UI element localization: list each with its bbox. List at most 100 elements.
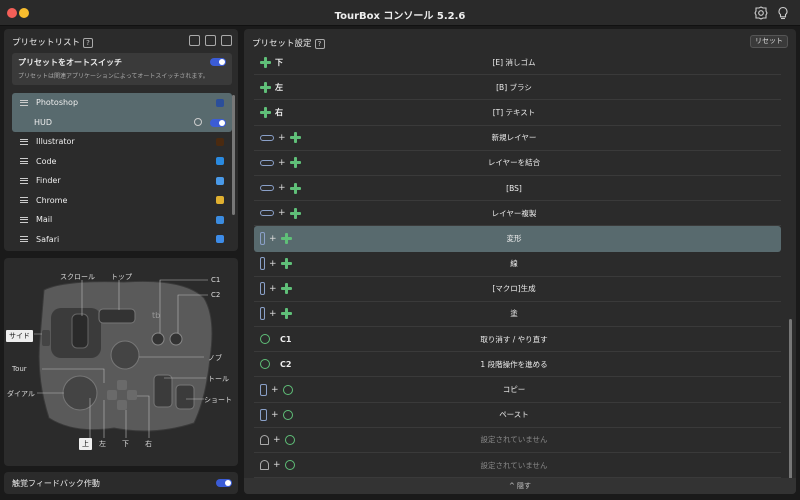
dpad-icon (260, 106, 271, 118)
tourbox-device-illustration: tb (34, 279, 213, 438)
mapping-row[interactable]: 左 [B] ブラシ (254, 75, 781, 101)
mapping-row[interactable]: + コピー (254, 377, 781, 403)
c2-label[interactable]: C2 (211, 291, 220, 299)
plus-icon: + (269, 258, 277, 269)
app-item-mail[interactable]: Mail (12, 210, 232, 230)
dial-label[interactable]: ダイアル (7, 389, 35, 399)
haptic-feedback-toggle[interactable] (216, 479, 232, 487)
action-label: 1 段階操作を進める (480, 359, 548, 369)
plus-icon: + (269, 308, 277, 319)
tour-label[interactable]: Tour (12, 365, 27, 373)
left-label[interactable]: 左 (99, 439, 106, 449)
app-item-hud[interactable]: HUD (12, 112, 232, 132)
export-icon[interactable] (189, 35, 200, 46)
mapping-row[interactable]: + レイヤー複製 (254, 201, 781, 227)
c-button-icon (260, 359, 270, 370)
key-label: 下 (275, 57, 283, 67)
short-label[interactable]: ショート (204, 395, 232, 405)
c-button-icon (260, 334, 270, 345)
mapping-list-scrollbar[interactable] (789, 319, 792, 479)
app-item-illustrator[interactable]: Illustrator (12, 132, 232, 152)
gear-icon[interactable] (194, 118, 202, 127)
drag-handle-icon[interactable] (20, 158, 28, 165)
mapping-row[interactable]: 右 [T] テキスト (254, 100, 781, 126)
reset-button[interactable]: リセット (750, 35, 788, 48)
drag-handle-icon[interactable] (20, 177, 28, 184)
mapping-row[interactable]: + [マクロ]生成 (254, 277, 781, 302)
mapping-row[interactable]: C2 1 段階操作を進める (254, 352, 781, 378)
haptic-feedback-row: 触覚フィードバック作動 (4, 472, 238, 494)
help-icon[interactable]: ? (314, 39, 325, 49)
dpad-icon (289, 157, 301, 169)
auto-switch-toggle[interactable] (210, 58, 226, 66)
app-item-chrome[interactable]: Chrome (12, 191, 232, 211)
preset-settings-header: プリセット設定? (252, 37, 325, 49)
collapse-button[interactable]: ^ 隠す (244, 478, 796, 494)
app-item-safari[interactable]: Safari (12, 230, 232, 250)
top-label[interactable]: トップ (111, 272, 132, 282)
device-diagram-panel: tb スクロール トップ C1 C2 サイド ノブ Tour トール ダイアル … (4, 258, 238, 466)
mapping-row[interactable]: + 塗 (254, 302, 781, 328)
mapping-row[interactable]: + 設定されていません (254, 428, 781, 453)
action-label: 設定されていません (480, 435, 548, 445)
app-item-label: Mail (36, 215, 53, 225)
scroll-label[interactable]: スクロール (60, 272, 95, 282)
action-label: 塗 (510, 309, 518, 319)
long-button-icon (260, 134, 274, 141)
right-label[interactable]: 右 (145, 439, 152, 449)
auto-switch-description: プリセットは関連アプリケーションによってオートスイッチされます。 (18, 73, 209, 80)
mapping-row[interactable]: 下 [E] 消しゴム (254, 50, 781, 76)
up-label[interactable]: 上 (79, 438, 92, 450)
preset-list-panel: プリセットリスト? プリセットをオートスイッチ プリセットは関連アプリケーション… (4, 29, 238, 251)
app-item-finder[interactable]: Finder (12, 171, 232, 191)
app-item-photoshop[interactable]: Photoshop (12, 93, 232, 113)
action-label: 線 (510, 259, 518, 269)
mapping-row[interactable]: C1 取り消す / やり直す (254, 327, 781, 353)
import-icon[interactable] (205, 35, 216, 46)
drag-handle-icon[interactable] (20, 216, 28, 223)
lightbulb-icon[interactable] (776, 6, 790, 20)
preset-settings-panel: プリセット設定? リセット 下 [E] 消しゴム 左 [B] ブラシ 右 [T]… (244, 29, 796, 494)
action-label: 新規レイヤー (491, 133, 537, 143)
settings-gear-icon[interactable] (754, 6, 768, 20)
hud-toggle[interactable] (210, 118, 226, 127)
app-item-label: HUD (34, 117, 53, 127)
action-label: [マクロ]生成 (492, 284, 536, 294)
down-label[interactable]: 下 (122, 439, 129, 449)
tall-label[interactable]: トール (208, 374, 229, 384)
mapping-row[interactable]: + [BS] (254, 176, 781, 202)
safari-icon (216, 235, 224, 244)
action-label: [T] テキスト (492, 107, 536, 117)
mapping-row[interactable]: + レイヤーを結合 (254, 151, 781, 176)
plus-icon: + (273, 460, 281, 471)
mapping-row[interactable]: + 線 (254, 252, 781, 277)
plus-icon: + (269, 233, 277, 244)
drag-handle-icon[interactable] (20, 99, 28, 106)
drag-handle-icon[interactable] (20, 197, 28, 204)
side-button-icon (260, 282, 265, 296)
app-item-code[interactable]: Code (12, 152, 232, 172)
c-button-icon (284, 434, 295, 445)
preset-list-scrollbar[interactable] (232, 95, 235, 215)
mapping-row[interactable]: + ペースト (254, 403, 781, 428)
dpad-icon (260, 56, 271, 68)
action-label: 変形 (506, 234, 522, 244)
drag-handle-icon[interactable] (20, 236, 28, 243)
knob-label[interactable]: ノブ (208, 353, 222, 363)
mapping-row[interactable]: + 新規レイヤー (254, 126, 781, 151)
mapping-row-selected[interactable]: + 変形 (254, 226, 781, 252)
tourbox-logo: tb (152, 311, 160, 320)
plus-icon: + (278, 208, 286, 219)
add-preset-icon[interactable] (221, 35, 232, 46)
plus-icon: + (278, 157, 286, 168)
help-icon[interactable]: ? (83, 38, 94, 48)
c1-label[interactable]: C1 (211, 276, 220, 284)
short-button-icon (260, 434, 269, 445)
app-item-label: Chrome (36, 195, 68, 205)
key-label: C2 (280, 359, 292, 369)
drag-handle-icon[interactable] (20, 138, 28, 145)
dpad-icon (280, 308, 292, 320)
side-label[interactable]: サイド (6, 330, 33, 342)
mapping-row[interactable]: + 設定されていません (254, 453, 781, 479)
app-item-label: Finder (36, 176, 61, 186)
